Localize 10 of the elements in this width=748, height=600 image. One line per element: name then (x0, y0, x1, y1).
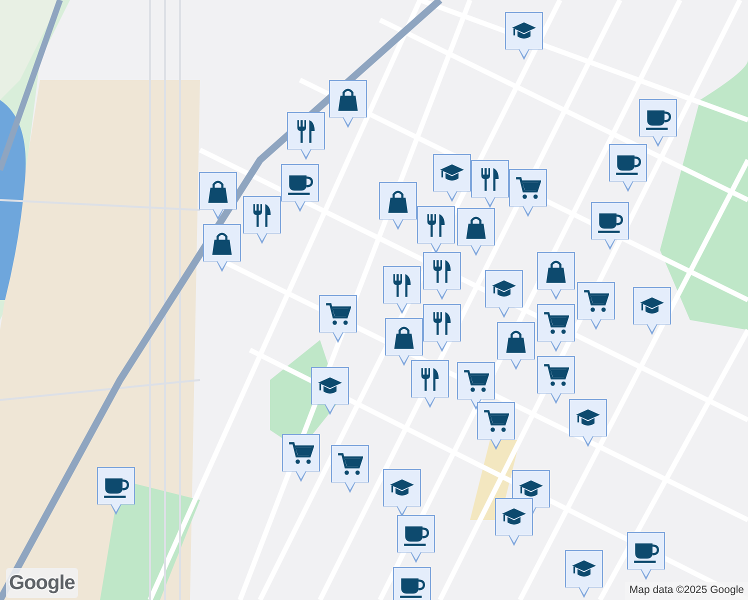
shopping-cart-icon (483, 408, 509, 434)
shopping-cart-icon (463, 368, 489, 394)
shopping-cart-icon (325, 301, 351, 327)
shopping-cart-icon (583, 288, 609, 314)
google-logo[interactable]: Google (6, 568, 78, 598)
shopping-cart-icon (337, 451, 363, 477)
shopping-cart-icon (288, 440, 314, 466)
shopping-cart-icon (543, 362, 569, 388)
shopping-cart-icon (543, 310, 569, 336)
shopping-cart-icon (515, 175, 541, 201)
